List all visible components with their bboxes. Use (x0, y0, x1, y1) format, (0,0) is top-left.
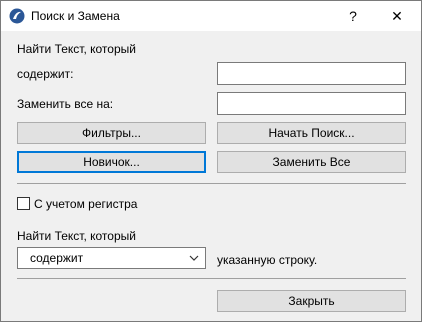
replace-input[interactable] (217, 92, 406, 115)
find-text-label: Найти Текст, который (17, 42, 136, 56)
new-button-label: Новичок... (83, 155, 140, 169)
help-icon: ? (349, 8, 357, 24)
close-window-button[interactable]: ✕ (375, 1, 419, 31)
close-button[interactable]: Закрыть (217, 290, 406, 312)
replace-all-button[interactable]: Заменить Все (217, 151, 406, 173)
help-button[interactable]: ? (331, 1, 375, 31)
start-search-button-label: Начать Поиск... (268, 126, 355, 140)
match-mode-value: содержит (30, 251, 84, 265)
new-button[interactable]: Новичок... (17, 151, 206, 173)
window-title: Поиск и Замена (31, 9, 120, 23)
close-icon: ✕ (391, 7, 403, 24)
chevron-down-icon (189, 255, 199, 261)
replace-all-label: Заменить все на: (17, 97, 114, 111)
contains-input[interactable] (217, 62, 406, 85)
search-replace-dialog: Поиск и Замена ? ✕ Найти Текст, который … (0, 0, 422, 322)
filters-button[interactable]: Фильтры... (17, 122, 206, 144)
case-sensitive-checkbox[interactable] (17, 197, 30, 210)
app-icon (9, 8, 25, 24)
start-search-button[interactable]: Начать Поиск... (217, 122, 406, 144)
match-mode-select[interactable]: содержит (17, 247, 206, 269)
separator-top (17, 183, 406, 184)
separator-bottom (17, 278, 406, 279)
case-sensitive-label: С учетом регистра (34, 197, 138, 211)
close-button-label: Закрыть (288, 294, 335, 308)
replace-all-button-label: Заменить Все (272, 155, 351, 169)
find-text-label-2: Найти Текст, который (17, 229, 136, 243)
title-bar: Поиск и Замена ? ✕ (1, 1, 421, 31)
contains-label: содержит: (17, 67, 74, 81)
filters-button-label: Фильтры... (82, 126, 141, 140)
match-mode-suffix: указанную строку. (217, 253, 318, 267)
